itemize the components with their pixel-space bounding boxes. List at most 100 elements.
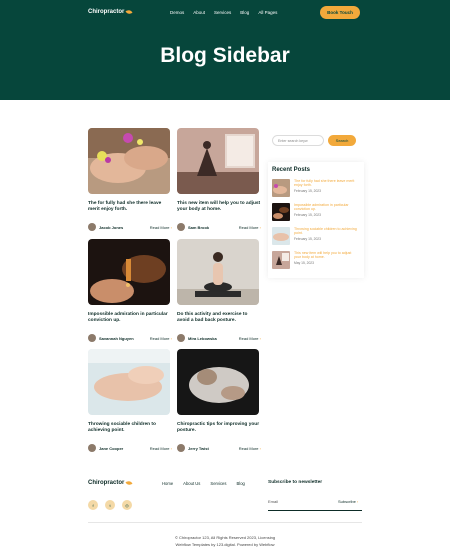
post-author: Sam Brook	[188, 224, 210, 230]
post-image[interactable]	[88, 349, 170, 415]
nav-link-all-pages[interactable]: All Pages	[258, 10, 277, 15]
newsletter-email-field[interactable]: Email	[268, 499, 278, 504]
read-more-label: Read More	[149, 224, 170, 230]
post-author: Jane Cooper	[99, 445, 124, 451]
avatar	[88, 444, 96, 452]
post-card[interactable]: Impossible admiration in particular conv…	[88, 239, 172, 342]
post-meta: Jerry Twist Read More ›	[177, 444, 261, 452]
read-more-label: Read More	[238, 335, 259, 341]
post-image[interactable]	[177, 239, 259, 305]
read-more-label: Read More	[149, 445, 170, 451]
footer-logo-text: Chiropractor	[88, 480, 125, 486]
recent-post-title[interactable]: Throwing sociable children to achieving …	[294, 227, 358, 235]
sidebar-search: Enter search keyw Search	[268, 128, 364, 154]
facebook-icon[interactable]: f	[88, 500, 98, 510]
post-title[interactable]: This new item will help you to adjust yo…	[177, 201, 261, 213]
read-more-link[interactable]: Read More ›	[150, 336, 172, 341]
recent-post-item[interactable]: This new item will help you to adjust yo…	[272, 251, 360, 269]
post-title[interactable]: Do this activity and exercise to avoid a…	[177, 312, 261, 324]
read-more-link[interactable]: Read More ›	[239, 225, 261, 230]
post-image-back-massage	[177, 349, 259, 415]
copyright-text: © Chiropractor 123, All Rights Reserved …	[174, 535, 276, 540]
book-touch-button[interactable]: Book Touch	[320, 6, 360, 19]
footer-link-home[interactable]: Home	[162, 481, 173, 486]
hero-section: Chiropractor Demos About Services Blog A…	[0, 0, 450, 100]
nav-link-about[interactable]: About	[193, 10, 205, 15]
post-card[interactable]: Chiropractic tips for improving your pos…	[177, 349, 261, 452]
recent-post-date: February 15, 2023	[294, 213, 321, 217]
footer-link-about[interactable]: About Us	[183, 481, 200, 486]
recent-post-title[interactable]: The for fully had she there leave merit …	[294, 179, 358, 187]
leaf-icon	[125, 480, 133, 486]
instagram-icon[interactable]: ◎	[122, 500, 132, 510]
read-more-label: Read More	[149, 335, 170, 341]
recent-post-thumb	[272, 179, 290, 197]
newsletter-heading: Subscribe to newsletter	[268, 480, 323, 485]
post-author: Jerry Twist	[188, 445, 209, 451]
recent-post-title[interactable]: Impossible admiration in particular conv…	[294, 203, 358, 211]
recent-posts-heading: Recent Posts	[272, 167, 311, 173]
search-button[interactable]: Search	[328, 135, 356, 146]
nav-link-services[interactable]: Services	[214, 10, 231, 15]
page-title: Blog Sidebar	[160, 44, 290, 67]
avatar	[177, 444, 185, 452]
footer-nav: Home About Us Services Blog	[162, 481, 245, 486]
post-image-hand-massage	[88, 349, 170, 415]
post-meta: Sam Brook Read More ›	[177, 223, 261, 231]
post-card[interactable]: The for fully had she there leave merit …	[88, 128, 172, 231]
logo-text: Chiropractor	[88, 9, 125, 15]
recent-post-date: February 15, 2023	[294, 237, 321, 241]
avatar	[88, 334, 96, 342]
footer-divider	[88, 522, 362, 523]
avatar	[177, 334, 185, 342]
post-title[interactable]: Throwing sociable children to achieving …	[88, 422, 172, 434]
post-meta: Savannah Nguyen Read More ›	[88, 334, 172, 342]
recent-post-item[interactable]: Impossible admiration in particular conv…	[272, 203, 360, 221]
twitter-icon[interactable]: t	[105, 500, 115, 510]
arrow-right-icon: ›	[170, 335, 172, 341]
avatar	[88, 223, 96, 231]
subscribe-button[interactable]: Subscribe ›	[338, 499, 358, 504]
recent-post-thumb	[272, 251, 290, 269]
post-author: Savannah Nguyen	[99, 335, 134, 341]
recent-post-item[interactable]: The for fully had she there leave merit …	[272, 179, 360, 197]
post-image[interactable]	[177, 349, 259, 415]
post-image-feet	[88, 128, 170, 194]
post-author: Jacob Jones	[99, 224, 124, 230]
post-image[interactable]	[177, 128, 259, 194]
read-more-link[interactable]: Read More ›	[150, 446, 172, 451]
read-more-link[interactable]: Read More ›	[150, 225, 172, 230]
post-card[interactable]: Throwing sociable children to achieving …	[88, 349, 172, 452]
nav-link-demos[interactable]: Demos	[170, 10, 184, 15]
arrow-right-icon: ›	[170, 224, 172, 230]
post-card[interactable]: Do this activity and exercise to avoid a…	[177, 239, 261, 342]
post-card[interactable]: This new item will help you to adjust yo…	[177, 128, 261, 231]
recent-post-item[interactable]: Throwing sociable children to achieving …	[272, 227, 360, 245]
footer-link-services[interactable]: Services	[210, 481, 226, 486]
recent-post-thumb	[272, 227, 290, 245]
post-author: Mira Lebowska	[188, 335, 217, 341]
recent-post-thumb	[272, 203, 290, 221]
nav-link-blog[interactable]: Blog	[240, 10, 249, 15]
post-image-meditation	[177, 239, 259, 305]
read-more-link[interactable]: Read More ›	[239, 336, 261, 341]
arrow-right-icon: ›	[259, 335, 261, 341]
post-title[interactable]: The for fully had she there leave merit …	[88, 201, 172, 213]
read-more-link[interactable]: Read More ›	[239, 446, 261, 451]
leaf-icon	[125, 9, 133, 15]
post-image[interactable]	[88, 239, 170, 305]
main-nav: Demos About Services Blog All Pages	[170, 10, 277, 15]
footer-logo[interactable]: Chiropractor	[88, 480, 133, 486]
recent-post-date: February 15, 2023	[294, 189, 321, 193]
newsletter-underline	[268, 510, 362, 511]
footer-link-blog[interactable]: Blog	[236, 481, 244, 486]
post-image-yoga-room	[177, 128, 259, 194]
social-links: f t ◎	[88, 500, 132, 510]
post-title[interactable]: Impossible admiration in particular conv…	[88, 312, 172, 324]
search-input[interactable]: Enter search keyw	[272, 135, 324, 146]
post-image[interactable]	[88, 128, 170, 194]
avatar	[177, 223, 185, 231]
site-logo[interactable]: Chiropractor	[88, 9, 133, 15]
post-title[interactable]: Chiropractic tips for improving your pos…	[177, 422, 261, 434]
recent-post-title[interactable]: This new item will help you to adjust yo…	[294, 251, 358, 259]
